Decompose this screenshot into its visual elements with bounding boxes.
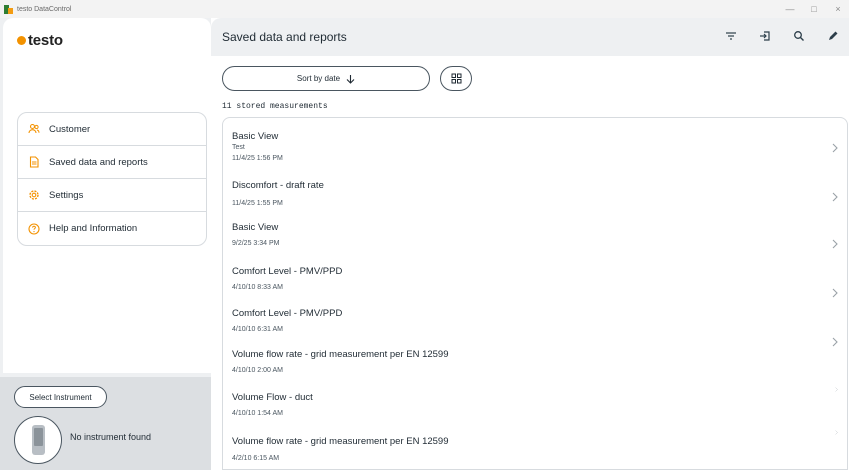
sort-label: Sort by date bbox=[296, 74, 341, 83]
close-button[interactable]: × bbox=[833, 4, 843, 14]
measurement-list: Basic View Test 11/4/25 1:56 PM Discomfo… bbox=[222, 117, 848, 470]
item-title: Discomfort - draft rate bbox=[232, 180, 324, 191]
main-content: Saved data and reports Sort by date 11 s… bbox=[211, 18, 849, 470]
logo-text: testo bbox=[28, 32, 63, 49]
customers-icon bbox=[28, 123, 40, 135]
gear-icon bbox=[28, 189, 40, 201]
item-date: 9/2/25 3:34 PM bbox=[232, 240, 280, 247]
list-item[interactable]: Volume flow rate - grid measurement per … bbox=[223, 425, 847, 469]
sidebar-card: testo Customer Saved data and reports Se… bbox=[3, 18, 211, 373]
item-title: Basic View bbox=[232, 222, 279, 233]
filter-icon[interactable] bbox=[723, 28, 739, 44]
list-item[interactable]: Basic View Test 11/4/25 1:56 PM bbox=[223, 118, 847, 173]
measurement-count: 11 stored measurements bbox=[222, 102, 328, 111]
document-icon bbox=[28, 156, 40, 168]
grid-view-icon bbox=[451, 73, 461, 84]
chevron-right-icon bbox=[832, 192, 838, 202]
arrow-down-icon bbox=[346, 74, 355, 84]
item-title: Volume flow rate - grid measurement per … bbox=[232, 349, 449, 360]
chevron-right-icon bbox=[832, 288, 838, 298]
select-instrument-button[interactable]: Select Instrument bbox=[14, 386, 107, 408]
sidebar-item-help[interactable]: Help and Information bbox=[18, 212, 206, 245]
sidebar-item-label: Settings bbox=[49, 189, 84, 201]
sidebar-item-label: Help and Information bbox=[49, 223, 138, 234]
window-controls: — □ × bbox=[785, 0, 843, 18]
sidebar-item-saved-data[interactable]: Saved data and reports bbox=[18, 146, 206, 179]
sidebar: testo Customer Saved data and reports Se… bbox=[0, 18, 211, 470]
sidebar-item-customer[interactable]: Customer bbox=[18, 113, 206, 146]
item-title: Basic View bbox=[232, 131, 279, 142]
list-item[interactable]: Discomfort - draft rate 11/4/25 1:55 PM bbox=[223, 173, 847, 215]
logo-dot-icon bbox=[17, 36, 26, 45]
page-title: Saved data and reports bbox=[222, 30, 347, 44]
page-header: Saved data and reports bbox=[211, 18, 849, 56]
maximize-button[interactable]: □ bbox=[809, 4, 819, 14]
sort-by-date-button[interactable]: Sort by date bbox=[222, 66, 430, 91]
item-title: Volume Flow - duct bbox=[232, 392, 313, 403]
title-bar: testo DataControl — □ × bbox=[0, 0, 849, 18]
grid-view-button[interactable] bbox=[440, 66, 472, 91]
item-date: 4/10/10 6:31 AM bbox=[232, 326, 283, 333]
item-title: Comfort Level - PMV/PPD bbox=[232, 308, 343, 319]
item-subtitle: Test bbox=[232, 144, 245, 151]
list-item[interactable]: Basic View 9/2/25 3:34 PM bbox=[223, 215, 847, 257]
item-date: 4/10/10 8:33 AM bbox=[232, 284, 283, 291]
sidebar-nav: Customer Saved data and reports Settings… bbox=[17, 112, 207, 246]
sidebar-item-label: Customer bbox=[49, 123, 91, 135]
chevron-right-icon bbox=[832, 143, 838, 153]
chevron-right-icon bbox=[835, 430, 838, 435]
chevron-right-icon bbox=[835, 387, 838, 392]
testo-logo: testo bbox=[17, 32, 63, 49]
sidebar-item-settings[interactable]: Settings bbox=[18, 179, 206, 212]
help-icon bbox=[28, 222, 40, 235]
instrument-status: No instrument found bbox=[70, 432, 152, 442]
list-item[interactable]: Comfort Level - PMV/PPD 4/10/10 8:33 AM bbox=[223, 257, 847, 299]
list-item[interactable]: Comfort Level - PMV/PPD 4/10/10 6:31 AM bbox=[223, 299, 847, 341]
list-item[interactable]: Volume Flow - duct 4/10/10 1:54 AM bbox=[223, 383, 847, 425]
item-date: 4/10/10 2:00 AM bbox=[232, 367, 283, 374]
sidebar-item-label: Saved data and reports bbox=[49, 156, 148, 168]
instrument-device-icon bbox=[31, 425, 45, 455]
item-date: 11/4/25 1:55 PM bbox=[232, 200, 283, 207]
item-date: 4/2/10 6:15 AM bbox=[232, 455, 280, 462]
instrument-image bbox=[14, 416, 62, 464]
item-date: 4/10/10 1:54 AM bbox=[232, 410, 283, 417]
header-actions bbox=[723, 28, 841, 44]
minimize-button[interactable]: — bbox=[785, 4, 795, 14]
app-logo-icon bbox=[4, 4, 13, 14]
import-icon[interactable] bbox=[757, 28, 773, 44]
chevron-right-icon bbox=[832, 337, 838, 347]
window-title: testo DataControl bbox=[17, 5, 72, 13]
item-title: Volume flow rate - grid measurement per … bbox=[232, 436, 449, 447]
search-icon[interactable] bbox=[791, 28, 807, 44]
list-item[interactable]: Volume flow rate - grid measurement per … bbox=[223, 337, 847, 383]
edit-icon[interactable] bbox=[825, 28, 841, 44]
item-title: Comfort Level - PMV/PPD bbox=[232, 266, 343, 277]
chevron-right-icon bbox=[832, 239, 838, 249]
item-date: 11/4/25 1:56 PM bbox=[232, 155, 283, 162]
instrument-panel: Select Instrument No instrument found bbox=[0, 377, 211, 470]
